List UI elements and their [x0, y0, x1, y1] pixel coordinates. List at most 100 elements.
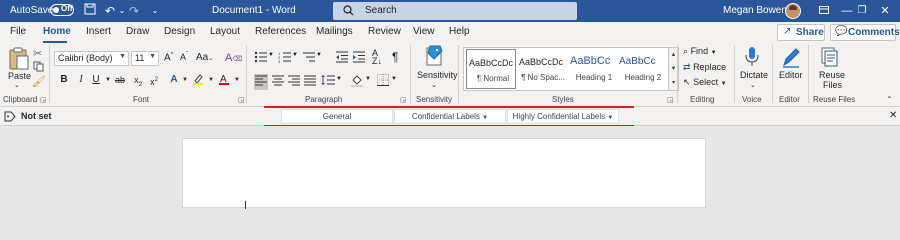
- tab-design[interactable]: Design: [164, 26, 195, 37]
- document-page[interactable]: [182, 138, 706, 209]
- tab-references[interactable]: References: [255, 26, 306, 37]
- editor-icon[interactable]: [781, 46, 801, 71]
- style-normal[interactable]: AaBbCcDc ¶ Normal: [466, 49, 516, 89]
- find-button[interactable]: ⌕ Find ▼: [683, 46, 717, 57]
- document-title: Document1 - Word: [212, 5, 296, 16]
- highlight-color-icon[interactable]: [191, 73, 205, 87]
- font-size-dropdown[interactable]: 11 ▼: [131, 51, 159, 66]
- style-no-spacing[interactable]: AaBbCcDc ¶ No Spac...: [517, 49, 567, 89]
- strikethrough-icon[interactable]: ab: [113, 73, 127, 87]
- close-icon[interactable]: ✕: [889, 110, 897, 121]
- reuse-label-2[interactable]: Files: [823, 80, 842, 90]
- format-painter-icon[interactable]: 🖌: [32, 75, 46, 88]
- font-name-dropdown[interactable]: Calibri (Body) ▼: [54, 51, 129, 66]
- style-heading-2[interactable]: AaBbCc Heading 2: [617, 49, 667, 89]
- redo-icon[interactable]: ↷: [126, 3, 142, 19]
- highlight-dropdown-icon[interactable]: ▼: [204, 73, 218, 87]
- italic-icon[interactable]: I: [74, 73, 88, 87]
- increase-indent-icon[interactable]: [352, 51, 366, 66]
- line-spacing-icon[interactable]: [321, 74, 335, 89]
- line-spacing-dropdown-icon[interactable]: ▼: [336, 76, 342, 82]
- paragraph-launcher-icon[interactable]: ◲: [400, 96, 407, 104]
- tab-draw[interactable]: Draw: [126, 26, 149, 37]
- show-formatting-marks-icon[interactable]: ¶: [392, 50, 398, 64]
- align-left-icon[interactable]: [254, 74, 268, 90]
- close-icon[interactable]: ✕: [875, 3, 895, 19]
- comments-button[interactable]: 💬 Comments: [830, 24, 900, 41]
- grow-font-icon[interactable]: A^: [164, 52, 174, 63]
- comments-label: Comments: [848, 27, 900, 38]
- paste-label[interactable]: Paste: [8, 71, 31, 81]
- tab-insert[interactable]: Insert: [86, 26, 111, 37]
- subscript-icon[interactable]: x2: [131, 73, 145, 88]
- ribbon-display-options-icon[interactable]: [814, 3, 834, 19]
- tab-layout[interactable]: Layout: [210, 26, 240, 37]
- multilevel-list-icon[interactable]: [302, 51, 316, 66]
- borders-icon[interactable]: [377, 74, 389, 89]
- tab-file[interactable]: File: [10, 26, 26, 37]
- bold-icon[interactable]: B: [57, 73, 71, 87]
- superscript-icon[interactable]: x2: [147, 73, 161, 87]
- align-right-icon[interactable]: [288, 75, 300, 89]
- font-launcher-icon[interactable]: ◲: [238, 96, 245, 104]
- microphone-icon[interactable]: [745, 46, 759, 71]
- label-highly-confidential-button[interactable]: Highly Confidential Labels ▼: [507, 109, 619, 124]
- avatar[interactable]: [785, 3, 801, 19]
- font-color-dropdown-icon[interactable]: ▼: [230, 73, 244, 87]
- share-button[interactable]: ↗ Share: [777, 24, 825, 41]
- customize-qat-icon[interactable]: ⌄: [147, 3, 163, 19]
- align-center-icon[interactable]: [272, 75, 284, 89]
- multilevel-dropdown-icon[interactable]: ▼: [316, 52, 322, 58]
- sort-icon[interactable]: A Z↓: [372, 49, 382, 66]
- style-name: ¶ No Spac...: [521, 73, 565, 82]
- group-divider: [772, 45, 773, 103]
- select-button[interactable]: ↖ Select ▼: [683, 77, 727, 88]
- dictate-dropdown-icon[interactable]: ⌄: [750, 81, 756, 89]
- text-cursor: [245, 201, 246, 209]
- reuse-files-icon[interactable]: [820, 46, 840, 71]
- bullets-dropdown-icon[interactable]: ▼: [268, 52, 274, 58]
- shading-dropdown-icon[interactable]: ▼: [365, 76, 371, 82]
- styles-launcher-icon[interactable]: ◲: [667, 96, 674, 104]
- copy-icon[interactable]: [33, 61, 44, 75]
- save-icon[interactable]: [82, 3, 98, 19]
- bullets-icon[interactable]: [254, 51, 268, 66]
- tab-view[interactable]: View: [413, 26, 435, 37]
- search-box[interactable]: Search: [333, 2, 577, 20]
- sensitivity-label[interactable]: Sensitivity: [417, 70, 458, 80]
- paste-icon[interactable]: [8, 47, 30, 74]
- numbering-dropdown-icon[interactable]: ▼: [292, 52, 298, 58]
- replace-button[interactable]: ⇄ Replace: [683, 62, 726, 73]
- style-heading-1[interactable]: AaBbCc Heading 1: [568, 49, 618, 89]
- tab-mailings[interactable]: Mailings: [316, 26, 353, 37]
- text-effects-dropdown-icon[interactable]: ▼: [178, 73, 192, 87]
- decrease-indent-icon[interactable]: [335, 51, 349, 66]
- font-color-icon[interactable]: A: [217, 73, 231, 87]
- sensitivity-dropdown-icon[interactable]: ⌄: [431, 81, 437, 89]
- reuse-label-1[interactable]: Reuse: [819, 70, 845, 80]
- tab-review[interactable]: Review: [368, 26, 401, 37]
- label-general-button[interactable]: General: [281, 109, 393, 124]
- numbering-icon[interactable]: 123: [278, 51, 292, 66]
- clipboard-launcher-icon[interactable]: ◲: [40, 96, 47, 104]
- borders-dropdown-icon[interactable]: ▼: [391, 76, 397, 82]
- clear-formatting-icon[interactable]: A⌫: [225, 52, 242, 64]
- justify-icon[interactable]: [304, 75, 316, 89]
- change-case-icon[interactable]: Aa⌄: [196, 52, 213, 63]
- shrink-font-icon[interactable]: Aˇ: [180, 52, 188, 62]
- tab-help[interactable]: Help: [449, 26, 470, 37]
- sensitivity-icon[interactable]: [424, 45, 444, 70]
- shading-icon[interactable]: [350, 74, 364, 90]
- dictate-label[interactable]: Dictate: [740, 70, 768, 80]
- paste-dropdown-icon[interactable]: ⌄: [14, 81, 20, 89]
- style-preview: AaBbCcDc: [469, 58, 514, 68]
- cut-icon[interactable]: ✂: [33, 47, 42, 60]
- chevron-down-icon: ▼: [149, 53, 156, 60]
- collapse-ribbon-icon[interactable]: ⌃: [886, 95, 893, 104]
- autosave-toggle[interactable]: Off: [50, 4, 74, 16]
- editor-label[interactable]: Editor: [779, 70, 803, 80]
- restore-icon[interactable]: ❐: [852, 3, 872, 19]
- label-confidential-button[interactable]: Confidential Labels ▼: [394, 109, 506, 124]
- user-name[interactable]: Megan Bowen: [723, 5, 787, 16]
- tab-home[interactable]: Home: [43, 26, 71, 37]
